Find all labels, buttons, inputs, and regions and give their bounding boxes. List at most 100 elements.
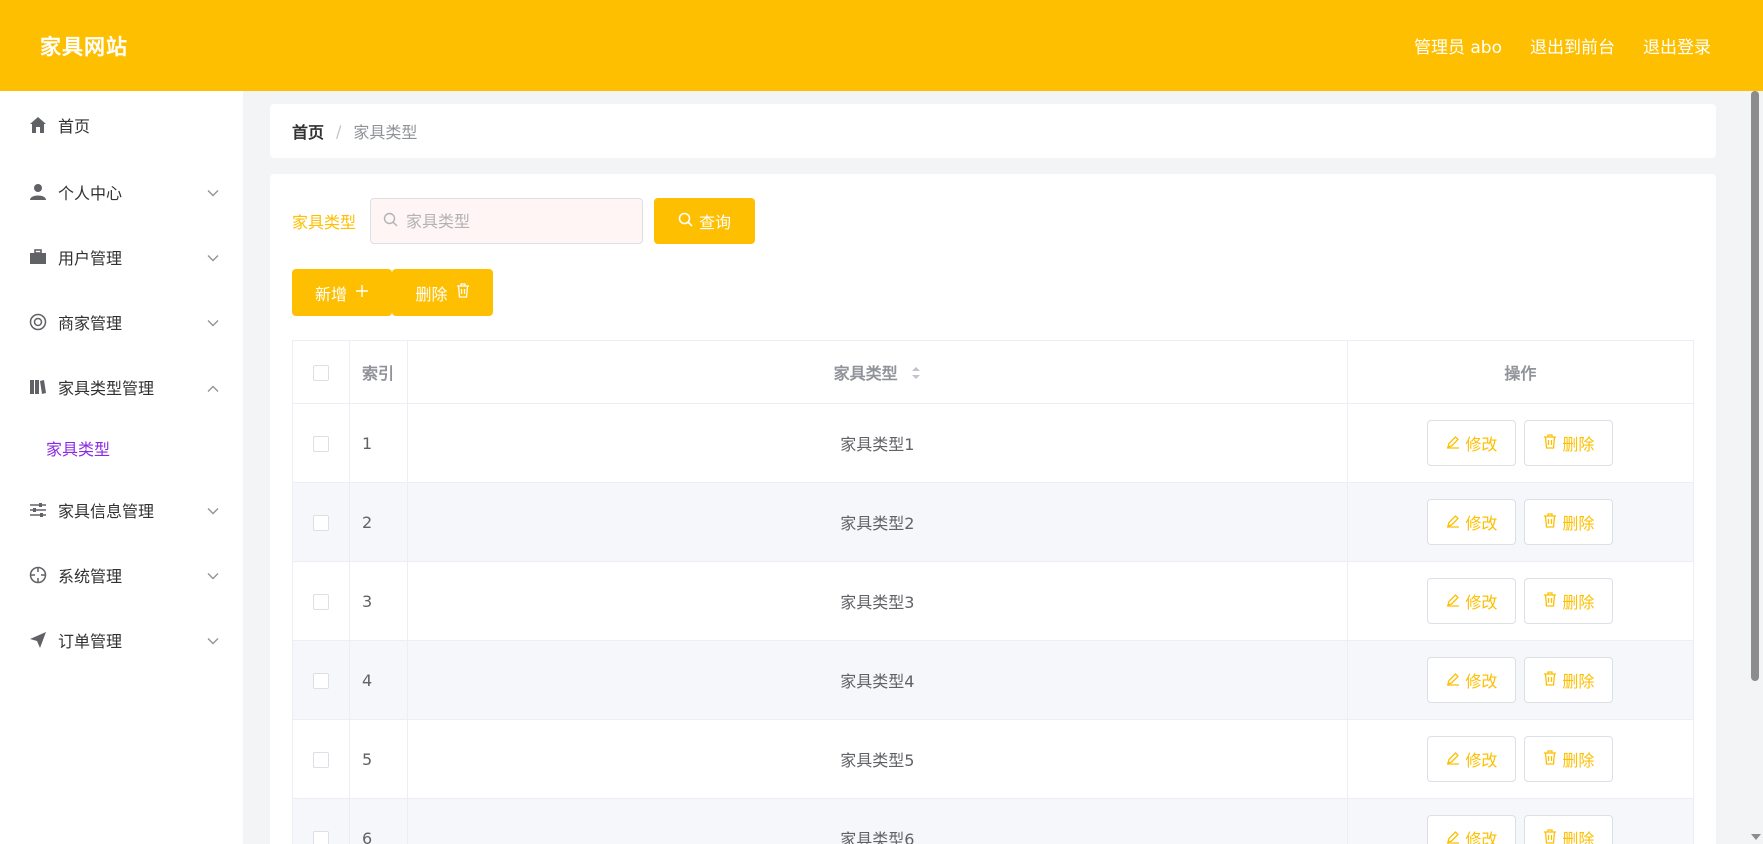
sort-icon[interactable] [911, 365, 921, 384]
sidebar-subitem-furniture-type[interactable]: 家具类型 [0, 419, 243, 477]
row-checkbox[interactable] [313, 436, 330, 452]
edit-button[interactable]: 修改 [1427, 499, 1517, 545]
row-select-cell [292, 561, 351, 641]
chevron-up-icon [207, 377, 219, 396]
row-index: 6 [349, 798, 409, 844]
row-index: 3 [349, 561, 409, 641]
header-links: 管理员 abo 退出到前台 退出登录 [1414, 33, 1711, 58]
chevron-down-icon [207, 312, 219, 331]
chevron-down-icon [207, 500, 219, 519]
trash-icon [456, 283, 470, 302]
sidebar-item-home[interactable]: 首页 [0, 91, 243, 159]
sidebar-item-label: 商家管理 [58, 313, 123, 333]
delete-button-label: 删除 [1562, 435, 1595, 454]
row-type: 家具类型5 [407, 719, 1348, 799]
home-icon [28, 115, 48, 135]
edit-button-label: 修改 [1465, 830, 1498, 844]
edit-icon [1446, 513, 1460, 532]
row-ops: 修改 删除 [1347, 403, 1695, 483]
delete-button[interactable]: 删除 [1524, 499, 1614, 545]
select-all-checkbox[interactable] [313, 365, 330, 381]
sidebar-item-users[interactable]: 用户管理 [0, 224, 243, 289]
breadcrumb-current: 家具类型 [353, 123, 418, 142]
query-button-label: 查询 [699, 213, 732, 232]
query-button[interactable]: 查询 [654, 198, 756, 244]
row-index: 5 [349, 719, 409, 799]
search-box [370, 198, 644, 244]
edit-icon [1446, 671, 1460, 690]
chevron-down-icon [207, 182, 219, 201]
edit-icon [1446, 829, 1460, 844]
logout-link[interactable]: 退出登录 [1643, 33, 1711, 58]
edit-button[interactable]: 修改 [1427, 578, 1517, 624]
delete-button-label: 删除 [1562, 672, 1595, 691]
row-checkbox[interactable] [313, 594, 330, 610]
action-row: 新增 删除 [292, 269, 493, 316]
edit-button[interactable]: 修改 [1427, 736, 1517, 782]
delete-button[interactable]: 删除 [1524, 578, 1614, 624]
delete-button-label: 删除 [1562, 830, 1595, 844]
delete-button[interactable]: 删除 [1524, 815, 1614, 844]
delete-button-label: 删除 [1562, 514, 1595, 533]
edit-button-label: 修改 [1465, 435, 1498, 454]
edit-icon [1446, 592, 1460, 611]
send-icon [28, 630, 48, 650]
row-type: 家具类型1 [407, 403, 1348, 483]
sidebar-item-orders[interactable]: 订单管理 [0, 607, 243, 672]
briefcase-icon [28, 247, 48, 267]
delete-button-label: 删除 [415, 284, 448, 304]
sidebar-item-system[interactable]: 系统管理 [0, 542, 243, 607]
table-row: 4 家具类型4 修改 删除 [292, 640, 1695, 720]
header-ops: 操作 [1347, 340, 1695, 404]
edit-icon [1446, 750, 1460, 769]
lifebuoy-icon [28, 312, 48, 332]
scroll-down-arrow-icon[interactable] [1751, 834, 1761, 840]
row-index: 2 [349, 482, 409, 562]
row-type: 家具类型3 [407, 561, 1348, 641]
delete-button[interactable]: 删除 [1524, 736, 1614, 782]
sidebar-item-furniture-info[interactable]: 家具信息管理 [0, 477, 243, 542]
table-row: 2 家具类型2 修改 删除 [292, 482, 1695, 562]
delete-button[interactable]: 删除 [1524, 657, 1614, 703]
add-button[interactable]: 新增 [292, 269, 392, 316]
row-select-cell [292, 719, 351, 799]
sidebar-item-label: 家具信息管理 [58, 501, 155, 521]
row-checkbox[interactable] [313, 515, 330, 531]
breadcrumb-home[interactable]: 首页 [292, 119, 324, 143]
breadcrumb-separator: / [336, 121, 342, 141]
site-brand: 家具网站 [40, 34, 128, 59]
edit-button[interactable]: 修改 [1427, 420, 1517, 466]
row-checkbox[interactable] [313, 831, 330, 844]
header-select-all [292, 340, 351, 404]
edit-button[interactable]: 修改 [1427, 657, 1517, 703]
edit-button-label: 修改 [1465, 514, 1498, 533]
sidebar-item-label: 家具类型管理 [58, 378, 155, 398]
batch-delete-button[interactable]: 删除 [392, 269, 493, 316]
search-input[interactable] [406, 211, 627, 231]
sidebar-item-merchants[interactable]: 商家管理 [0, 289, 243, 354]
vertical-scrollbar[interactable] [1751, 91, 1759, 681]
plus-icon [355, 283, 369, 302]
user-icon [28, 182, 48, 202]
header-type[interactable]: 家具类型 [407, 340, 1348, 404]
sidebar-item-profile[interactable]: 个人中心 [0, 159, 243, 224]
trash-icon [1543, 670, 1557, 690]
sidebar-item-furniture-types[interactable]: 家具类型管理 [0, 354, 243, 419]
row-checkbox[interactable] [313, 673, 330, 689]
row-checkbox[interactable] [313, 752, 330, 768]
trash-icon [1543, 749, 1557, 769]
table-row: 3 家具类型3 修改 删除 [292, 561, 1695, 641]
trash-icon [1543, 433, 1557, 453]
row-type: 家具类型4 [407, 640, 1348, 720]
trash-icon [1543, 591, 1557, 611]
delete-button[interactable]: 删除 [1524, 420, 1614, 466]
sliders-icon [28, 500, 48, 520]
edit-button[interactable]: 修改 [1427, 815, 1517, 844]
row-index: 1 [349, 403, 409, 483]
row-select-cell [292, 403, 351, 483]
content-panel: 家具类型 查询 新增 删除 [270, 174, 1716, 844]
row-ops: 修改 删除 [1347, 798, 1695, 844]
go-front-link[interactable]: 退出到前台 [1530, 33, 1615, 58]
admin-user-link[interactable]: 管理员 abo [1414, 33, 1502, 58]
add-button-label: 新增 [314, 284, 347, 304]
